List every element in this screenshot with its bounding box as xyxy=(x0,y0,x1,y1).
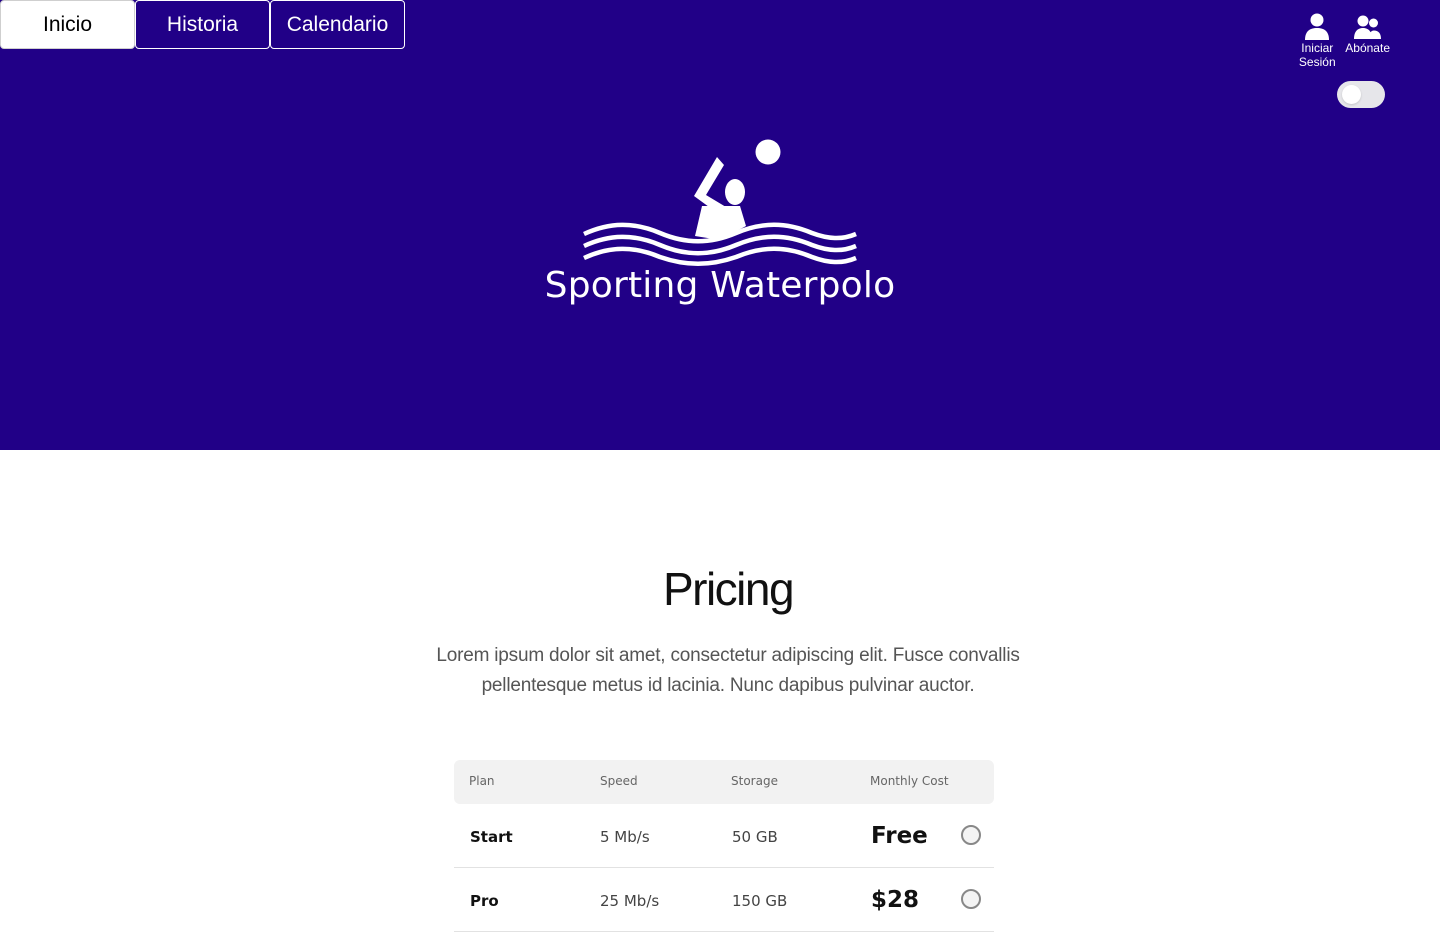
pricing-table: Plan Speed Storage Monthly Cost Start 5 … xyxy=(454,760,994,932)
plan-cost: Free xyxy=(871,823,928,849)
column-header-speed: Speed xyxy=(600,774,638,788)
tab-historia[interactable]: Historia xyxy=(135,0,270,49)
plan-radio[interactable] xyxy=(961,889,981,909)
plan-radio[interactable] xyxy=(961,825,981,845)
main-nav: Inicio Historia Calendario xyxy=(0,0,405,49)
tab-inicio[interactable]: Inicio xyxy=(0,0,135,49)
tab-calendario[interactable]: Calendario xyxy=(270,0,405,49)
column-header-storage: Storage xyxy=(731,774,778,788)
login-label: Iniciar Sesión xyxy=(1298,41,1336,69)
plan-cost: $28 xyxy=(871,887,920,913)
theme-toggle[interactable] xyxy=(1337,81,1385,108)
plan-name: Start xyxy=(470,828,513,846)
logo-text: Sporting Waterpolo xyxy=(544,265,896,306)
toggle-knob xyxy=(1342,85,1361,104)
login-button[interactable]: Iniciar Sesión xyxy=(1295,12,1339,69)
plan-speed: 25 Mb/s xyxy=(600,892,660,910)
hero-header: Inicio Historia Calendario Iniciar Sesió… xyxy=(0,0,1440,450)
waterpolo-player-icon xyxy=(583,139,857,266)
column-header-monthly-cost: Monthly Cost xyxy=(870,774,949,788)
subscribe-button[interactable]: Abónate xyxy=(1345,12,1390,55)
column-header-plan: Plan xyxy=(469,774,495,788)
user-icon xyxy=(1305,13,1330,40)
plan-name: Pro xyxy=(470,892,499,910)
user-actions: Iniciar Sesión Abónate xyxy=(1295,12,1390,69)
club-logo: Sporting Waterpolo xyxy=(520,130,920,320)
table-header: Plan Speed Storage Monthly Cost xyxy=(454,760,994,804)
users-icon xyxy=(1353,15,1381,39)
pricing-description: Lorem ipsum dolor sit amet, consectetur … xyxy=(436,645,1020,696)
table-row[interactable]: Start 5 Mb/s 50 GB Free xyxy=(454,804,994,868)
plan-storage: 50 GB xyxy=(732,828,778,846)
plan-storage: 150 GB xyxy=(732,892,788,910)
table-row[interactable]: Pro 25 Mb/s 150 GB $28 xyxy=(454,868,994,932)
plan-speed: 5 Mb/s xyxy=(600,828,650,846)
pricing-title: Pricing xyxy=(662,563,795,615)
subscribe-label: Abónate xyxy=(1345,41,1390,55)
